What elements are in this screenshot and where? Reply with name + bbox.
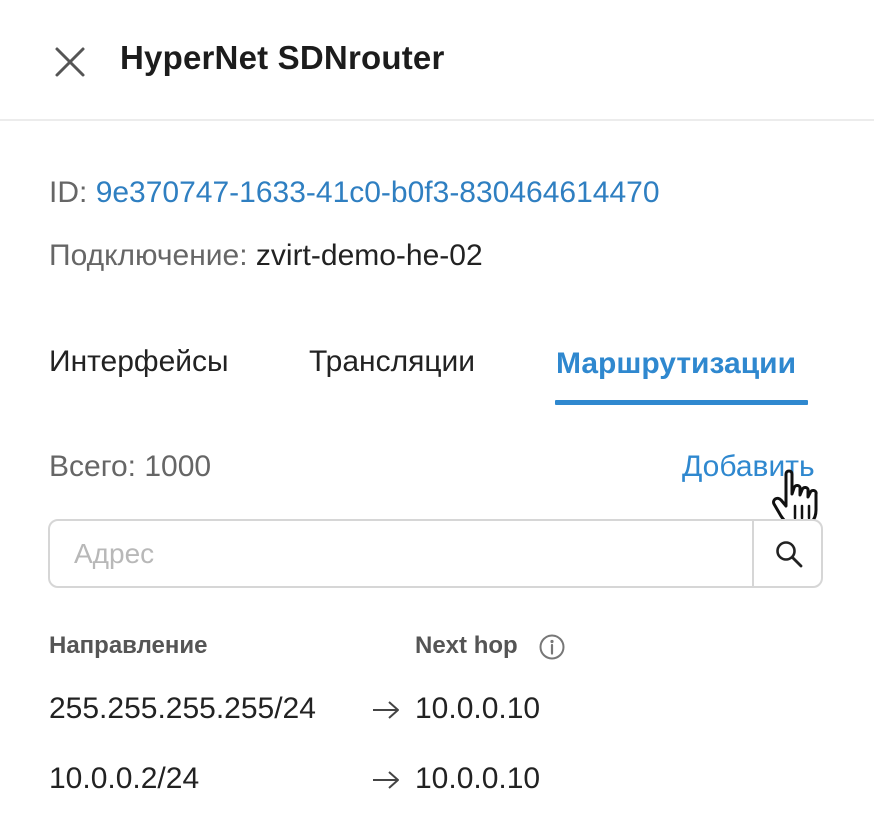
- total-count: Всего: 1000: [49, 450, 212, 483]
- arrow-right-icon: [373, 701, 399, 719]
- route-destination: 255.255.255.255/24: [49, 692, 316, 725]
- id-row: ID: 9e370747-1633-41c0-b0f3-830464614470: [49, 176, 660, 210]
- route-destination: 10.0.0.2/24: [49, 762, 200, 795]
- router-details-panel: HyperNet SDNrouter ID: 9e370747-1633-41c…: [0, 0, 874, 822]
- id-label: ID:: [49, 176, 88, 209]
- tab-interfaces[interactable]: Интерфейсы: [49, 345, 229, 379]
- connection-label: Подключение:: [49, 239, 248, 272]
- active-tab-indicator: [555, 400, 808, 405]
- arrow-right-icon: [373, 771, 399, 789]
- connection-row: Подключение: zvirt-demo-he-02: [49, 239, 483, 273]
- tab-routing[interactable]: Маршрутизации: [556, 347, 796, 381]
- column-header-destination: Направление: [49, 632, 208, 659]
- address-search-input[interactable]: [50, 521, 750, 586]
- route-next-hop: 10.0.0.10: [415, 692, 541, 725]
- search-icon: [776, 541, 803, 568]
- table-row[interactable]: 10.0.0.2/24 10.0.0.10: [49, 762, 829, 802]
- tab-bar: Интерфейсы Трансляции Маршрутизации: [49, 340, 829, 410]
- close-button[interactable]: [52, 44, 88, 80]
- table-row[interactable]: 255.255.255.255/24 10.0.0.10: [49, 692, 829, 732]
- page-title: HyperNet SDNrouter: [120, 39, 445, 76]
- search-box: [48, 519, 823, 588]
- route-next-hop: 10.0.0.10: [415, 762, 541, 795]
- column-header-next-hop: Next hop: [415, 632, 518, 659]
- search-button[interactable]: [752, 521, 821, 586]
- info-icon[interactable]: [538, 633, 566, 661]
- tab-translations[interactable]: Трансляции: [309, 345, 475, 379]
- id-value[interactable]: 9e370747-1633-41c0-b0f3-830464614470: [96, 176, 660, 209]
- add-route-link[interactable]: Добавить: [682, 450, 815, 484]
- panel-header: HyperNet SDNrouter: [0, 0, 874, 121]
- connection-value: zvirt-demo-he-02: [255, 239, 483, 272]
- close-icon: [55, 47, 85, 77]
